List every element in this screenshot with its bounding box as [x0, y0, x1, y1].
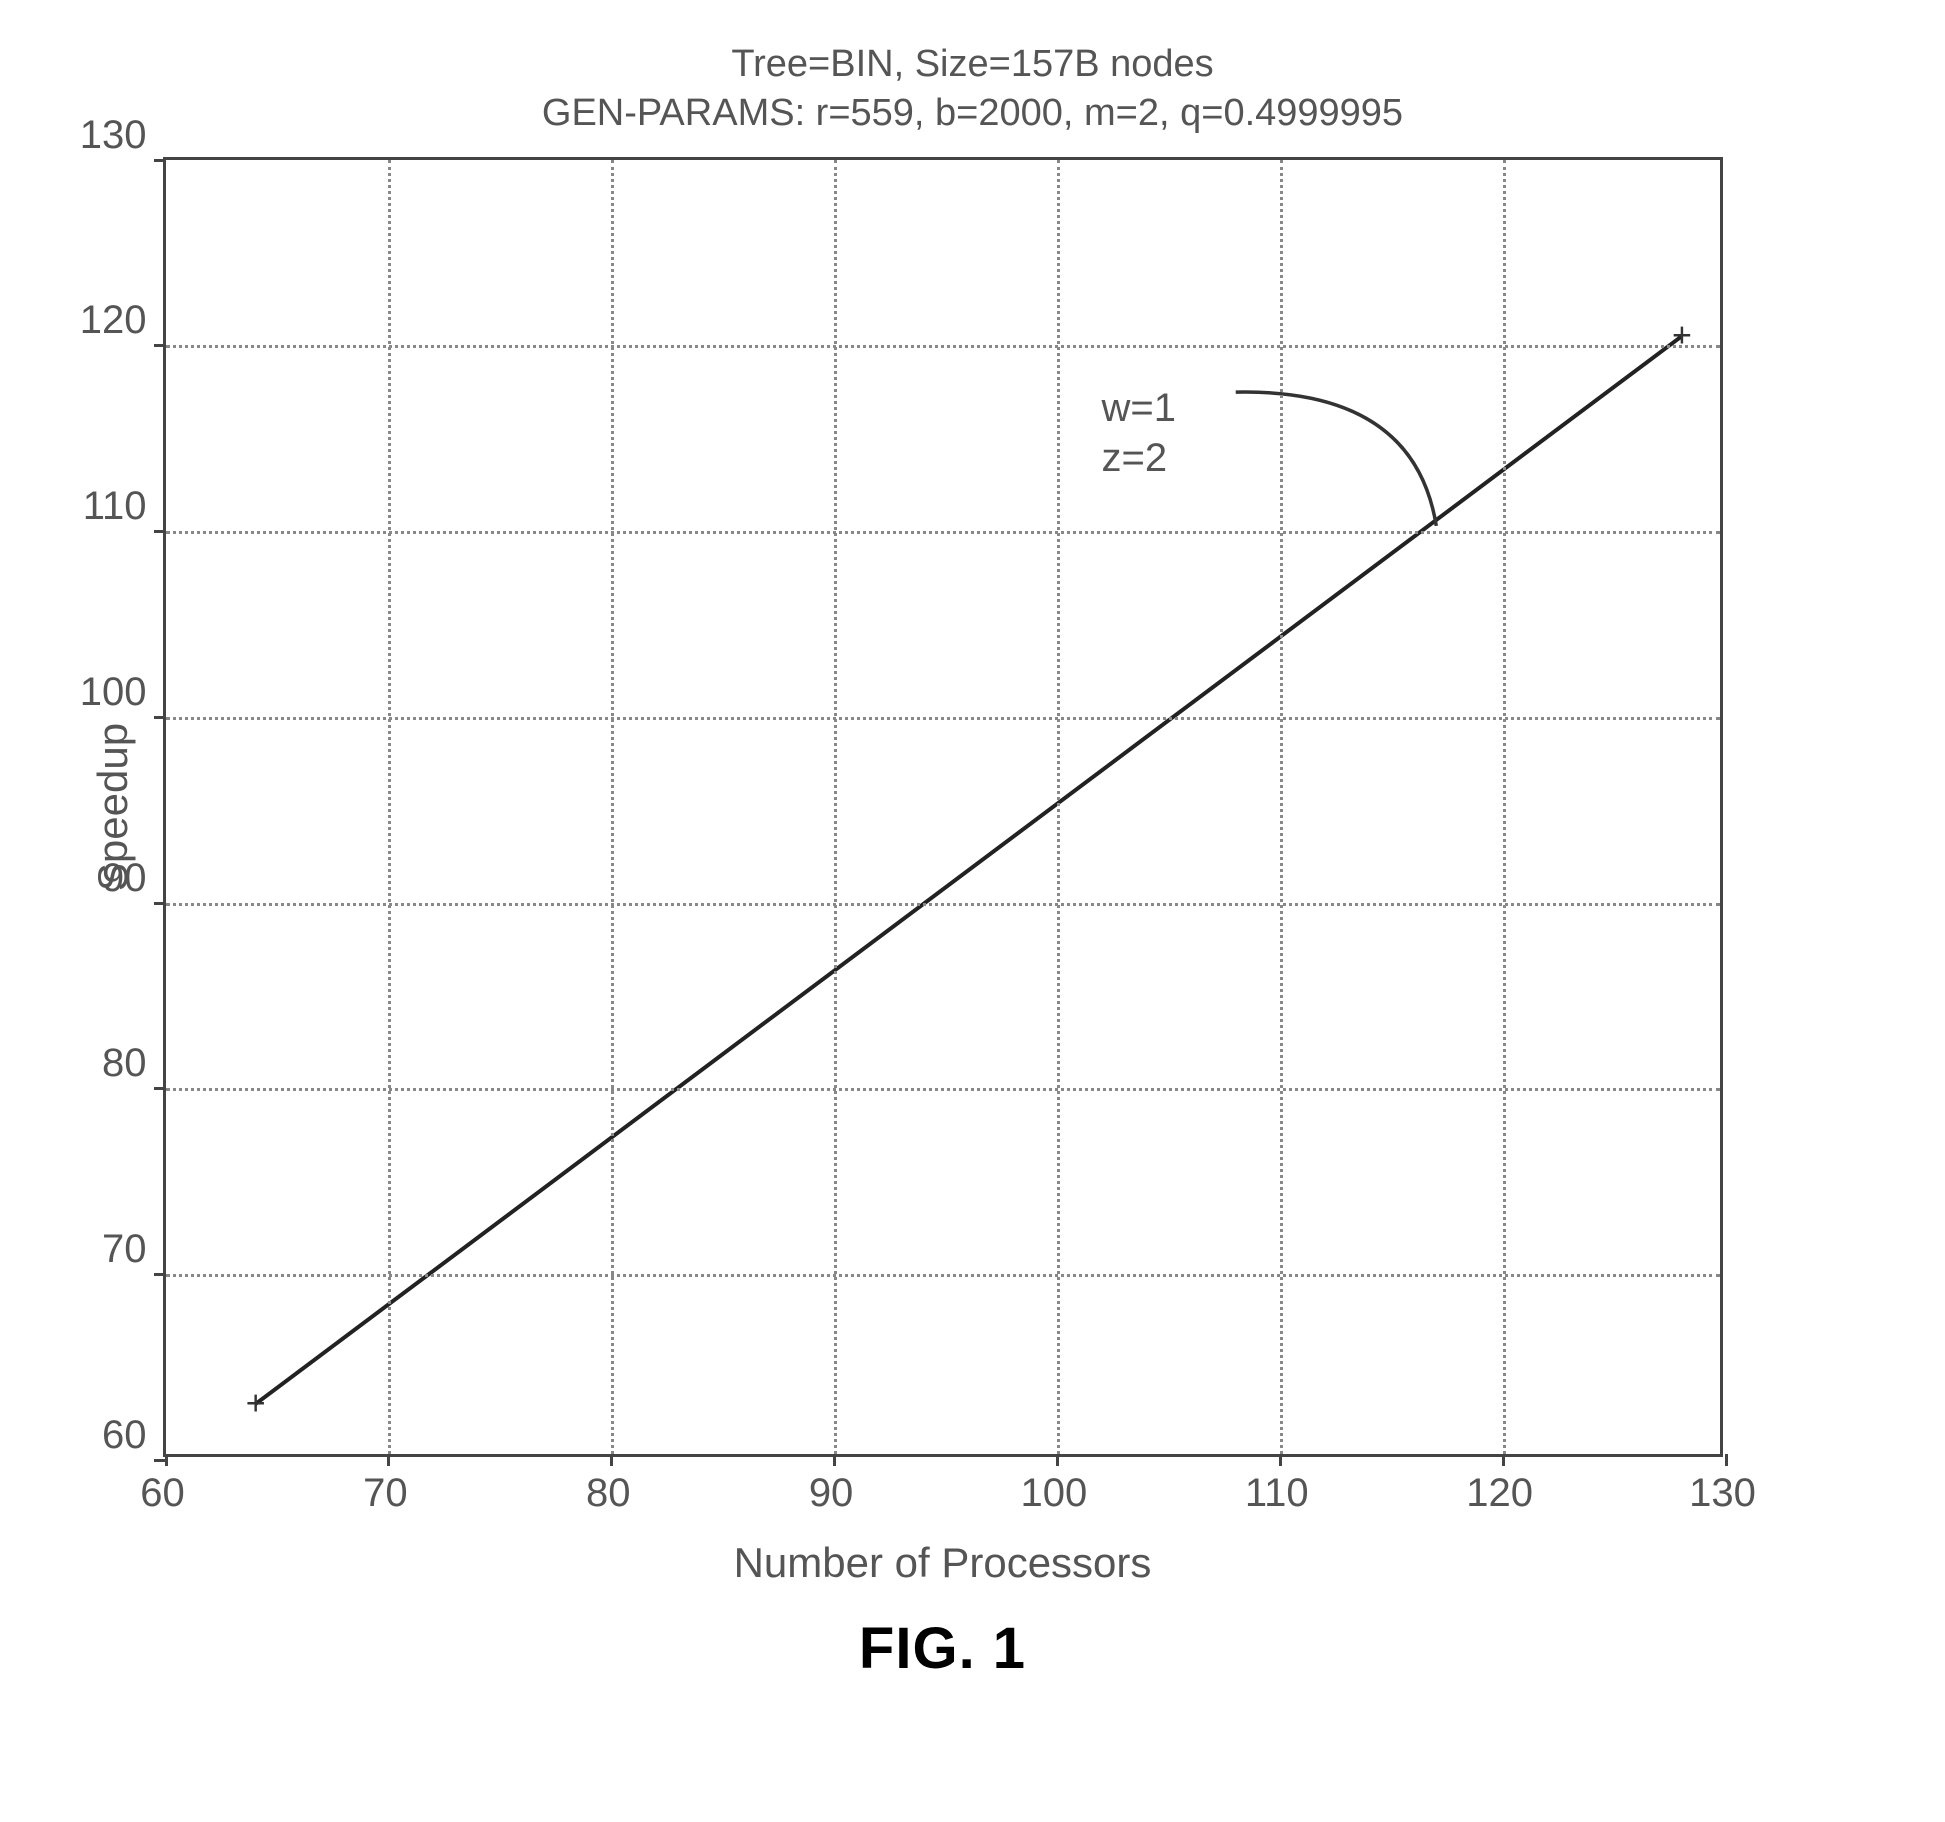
x-axis-row: 60708090100110120130 — [163, 1457, 1723, 1519]
x-tick-label: 70 — [363, 1471, 408, 1516]
figure-caption: FIG. 1 — [163, 1615, 1723, 1682]
chart-container: Tree=BIN, Size=157B nodes GEN-PARAMS: r=… — [73, 40, 1873, 1682]
x-tick-label: 90 — [809, 1471, 854, 1516]
x-tick-label: 80 — [586, 1471, 631, 1516]
gridline-horizontal — [166, 531, 1720, 534]
x-tick-label: 100 — [1021, 1471, 1088, 1516]
gridline-vertical — [388, 160, 391, 1454]
x-tick-label: 110 — [1245, 1471, 1309, 1516]
gridline-vertical — [834, 160, 837, 1454]
annotation-line1: w=1 — [1102, 383, 1177, 433]
x-axis-label: Number of Processors — [163, 1539, 1723, 1587]
y-tick-mark — [154, 1273, 166, 1276]
chart-title-line1: Tree=BIN, Size=157B nodes — [73, 40, 1873, 89]
gridline-vertical — [1280, 160, 1283, 1454]
y-tick-mark — [154, 530, 166, 533]
x-axis: 60708090100110120130 — [163, 1457, 1723, 1519]
gridline-vertical — [1503, 160, 1506, 1454]
gridline-horizontal — [166, 1274, 1720, 1277]
x-tick-label: 60 — [140, 1471, 185, 1516]
plot-wrap: Speedup 60708090100110120130 w=1 z=2 ++ — [73, 157, 1873, 1457]
gridline-horizontal — [166, 345, 1720, 348]
x-tick-mark — [1725, 1454, 1728, 1466]
gridline-horizontal — [166, 1088, 1720, 1091]
annotation-arc — [166, 160, 1726, 1460]
gridline-vertical — [611, 160, 614, 1454]
y-tick-mark — [154, 159, 166, 162]
annotation-line2: z=2 — [1102, 433, 1177, 483]
gridline-vertical — [1057, 160, 1060, 1454]
gridline-horizontal — [166, 903, 1720, 906]
data-line — [166, 160, 1726, 1460]
plot-area: w=1 z=2 + + — [163, 157, 1723, 1457]
y-tick-mark — [154, 1087, 166, 1090]
y-axis: 60708090100110120130 — [73, 157, 163, 1457]
chart-title-line2: GEN-PARAMS: r=559, b=2000, m=2, q=0.4999… — [73, 89, 1873, 138]
x-tick-label: 120 — [1466, 1471, 1533, 1516]
data-point-marker: + — [1672, 317, 1690, 356]
y-tick-mark — [154, 344, 166, 347]
gridline-horizontal — [166, 717, 1720, 720]
y-tick-mark — [154, 902, 166, 905]
data-point-marker: + — [246, 1385, 264, 1424]
chart-title: Tree=BIN, Size=157B nodes GEN-PARAMS: r=… — [73, 40, 1873, 139]
y-tick-mark — [154, 716, 166, 719]
annotation-label: w=1 z=2 — [1102, 383, 1177, 483]
x-tick-label: 130 — [1689, 1471, 1756, 1516]
